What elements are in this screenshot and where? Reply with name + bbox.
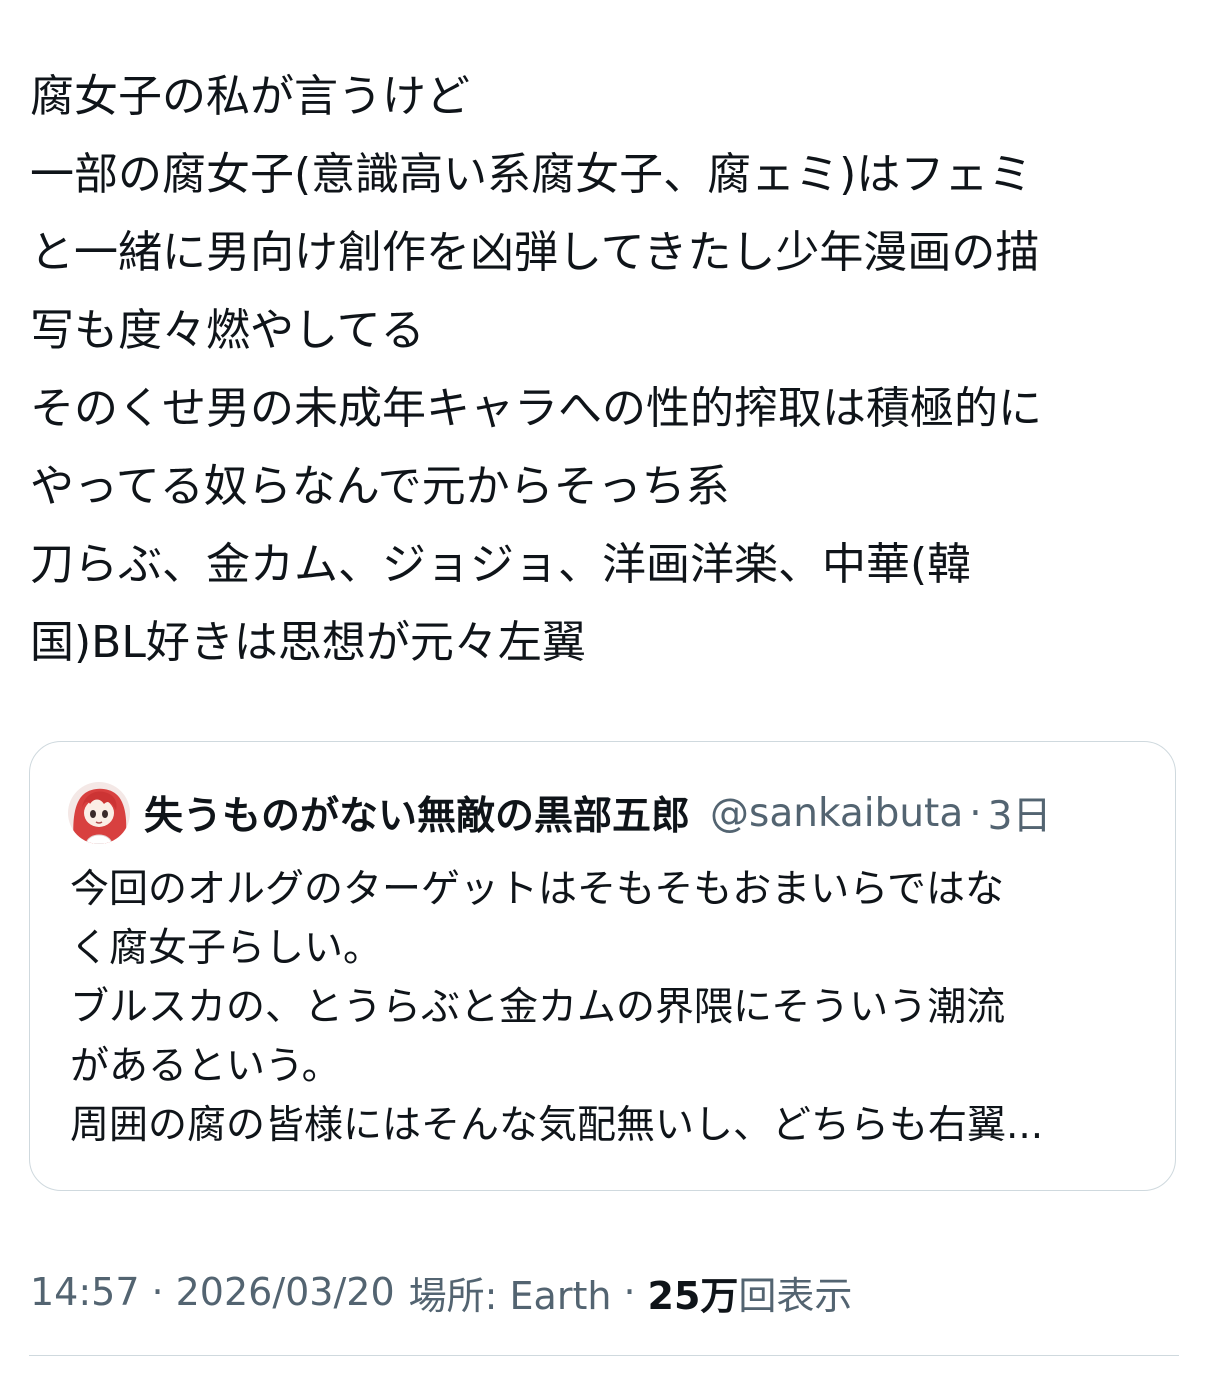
tweet-location: 場所: Earth — [408, 1273, 612, 1318]
quoted-tweet-header: 失うものがない無敵の黒部五郎 @sankaibuta · 3日 — [68, 780, 1051, 846]
tweet-line: 一部の腐女子(意識高い系腐女子、腐ェミ)はフェミ — [30, 149, 1033, 200]
views-label: 回表示 — [738, 1273, 853, 1318]
divider — [29, 1355, 1179, 1356]
quoted-author-handle[interactable]: @sankaibuta — [710, 791, 963, 836]
quote-line: 今回のオルグのターゲットはそもそもおまいらではな — [70, 867, 1005, 912]
quote-line: があるという。 — [70, 1044, 341, 1089]
quoted-tweet-time[interactable]: 3日 — [988, 785, 1052, 841]
tweet-line: 刀らぶ、金カム、ジョジョ、洋画洋楽、中華(韓 — [30, 539, 972, 590]
avatar-anime-girl-icon[interactable] — [68, 782, 130, 844]
quote-line: く腐女子らしい。 — [70, 926, 383, 971]
tweet-line: 写も度々燃やしてる — [30, 305, 425, 356]
tweet-line: 国)BL好きは思想が元々左翼 — [30, 617, 586, 668]
quoted-author-name[interactable]: 失うものがない無敵の黒部五郎 — [144, 785, 690, 841]
tweet-line: 腐女子の私が言うけど — [30, 71, 470, 122]
quoted-tweet-card[interactable]: 失うものがない無敵の黒部五郎 @sankaibuta · 3日 今回のオルグのタ… — [29, 741, 1176, 1191]
tweet-line: やってる奴らなんで元からそっち系 — [30, 461, 730, 512]
tweet-line: と一緒に男向け創作を凶弾してきたし少年漫画の描 — [30, 227, 1040, 278]
quote-line: ブルスカの、とうらぶと金カムの界隈にそういう潮流 — [70, 985, 1006, 1030]
tweet-meta: 14:57 · 2026/03/20 場所: Earth · 25万 回表示 — [30, 1262, 852, 1322]
tweet-text: 腐女子の私が言うけど 一部の腐女子(意識高い系腐女子、腐ェミ)はフェミ と一緒に… — [30, 58, 1180, 682]
tweet-line: そのくせ男の未成年キャラへの性的搾取は積極的に — [30, 383, 1042, 434]
separator-dot: · — [623, 1270, 636, 1314]
tweet-time[interactable]: 14:57 — [30, 1270, 140, 1314]
views-count: 25万 — [647, 1273, 739, 1318]
quoted-tweet-text: 今回のオルグのターゲットはそもそもおまいらではな く腐女子らしい。 ブルスカの、… — [70, 860, 1150, 1155]
separator-dot: · — [151, 1270, 164, 1314]
tweet-date[interactable]: 2026/03/20 — [176, 1270, 395, 1314]
quote-line: 周囲の腐の皆様にはそんな気配無いし、どちらも右翼... — [70, 1103, 1044, 1148]
separator-dot: · — [969, 790, 982, 836]
